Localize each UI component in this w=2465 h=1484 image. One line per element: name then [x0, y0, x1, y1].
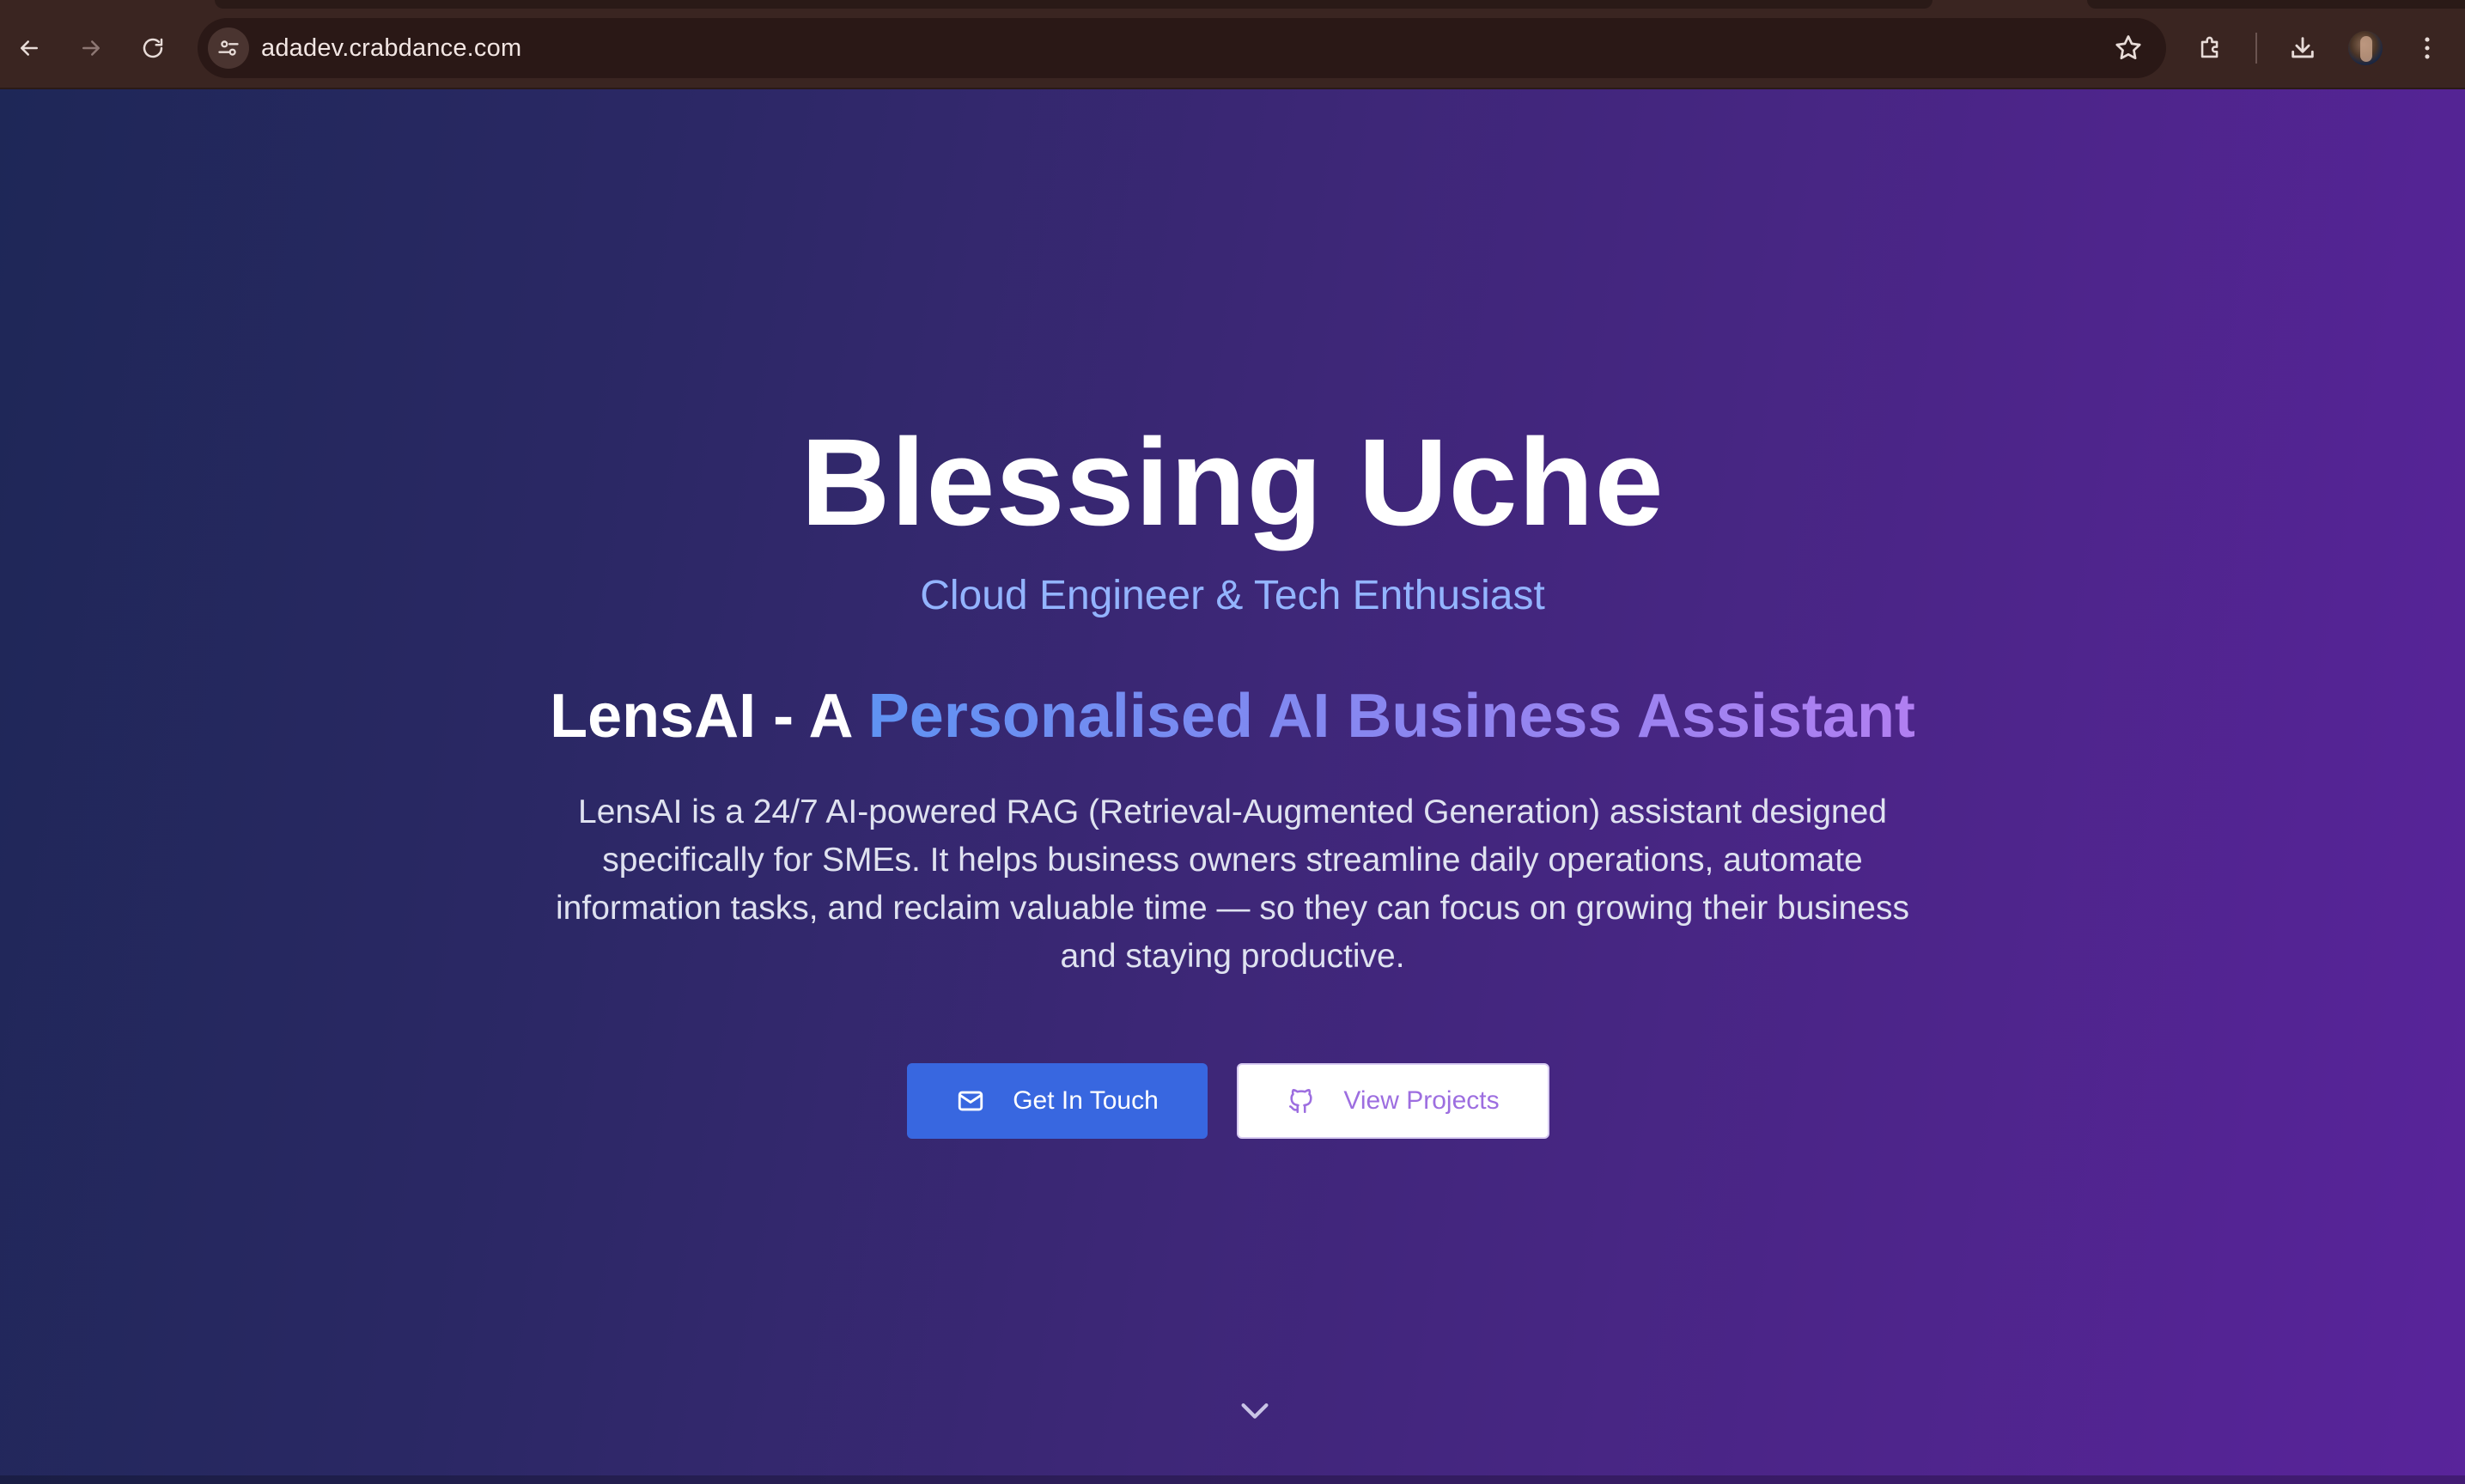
hero-tagline: Cloud Engineer & Tech Enthusiast [920, 573, 1545, 618]
view-projects-button[interactable]: View Projects [1237, 1063, 1549, 1139]
back-button[interactable] [9, 27, 50, 69]
forward-button[interactable] [70, 27, 112, 69]
mail-icon [959, 1091, 983, 1111]
tab-strip-edge [215, 0, 1932, 9]
tab-strip-edge [2087, 0, 2465, 9]
view-projects-label: View Projects [1343, 1086, 1500, 1115]
toolbar-divider [2255, 33, 2257, 64]
address-bar[interactable]: adadev.crabdance.com [198, 18, 2166, 78]
project-heading-highlight: Personalised AI Business Assistant [867, 682, 1915, 751]
menu-button[interactable] [2405, 26, 2450, 70]
project-description: LensAI is a 24/7 AI-powered RAG (Retriev… [556, 794, 1909, 975]
arrow-left-icon [21, 40, 38, 56]
chevron-down-icon [1241, 1403, 1269, 1419]
star-icon[interactable] [2113, 33, 2144, 64]
hero-name: Blessing Uche [800, 413, 1665, 551]
site-info-button[interactable] [208, 27, 249, 69]
reload-icon [143, 38, 163, 58]
downloads-button[interactable] [2280, 26, 2325, 70]
reload-button[interactable] [132, 27, 173, 69]
download-icon [2292, 37, 2314, 58]
avatar[interactable] [2348, 31, 2383, 65]
kebab-menu-icon [2425, 37, 2430, 59]
get-in-touch-button[interactable]: Get In Touch [907, 1063, 1208, 1139]
scroll-down-button[interactable] [1232, 1388, 1277, 1432]
github-icon [1289, 1089, 1313, 1114]
url-text[interactable]: adadev.crabdance.com [261, 18, 521, 78]
browser-toolbar: adadev.crabdance.com [0, 0, 2465, 89]
project-heading: LensAI - A Personalised AI Business Assi… [0, 675, 2465, 757]
hero-section: Blessing Uche Cloud Engineer & Tech Enth… [0, 89, 2465, 1484]
arrow-right-icon [82, 40, 100, 56]
tune-icon [218, 40, 239, 56]
project-heading-prefix: LensAI - A [550, 682, 868, 751]
get-in-touch-label: Get In Touch [1013, 1086, 1159, 1115]
extensions-button[interactable] [2188, 26, 2233, 70]
puzzle-icon [2200, 36, 2218, 58]
